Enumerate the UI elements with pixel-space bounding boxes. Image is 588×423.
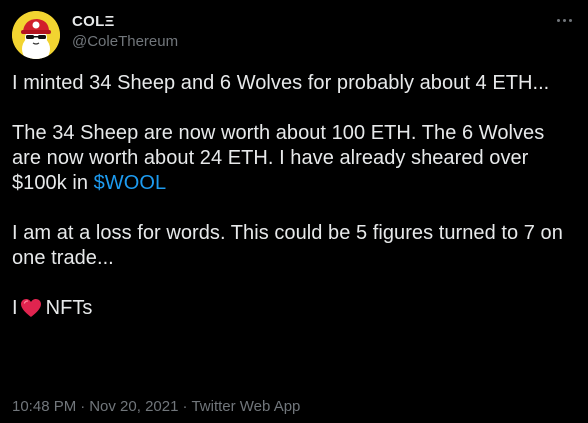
more-dots-icon xyxy=(568,18,572,22)
tweet-text-segment: I xyxy=(12,297,18,319)
meta-separator: · xyxy=(80,398,86,415)
tweet-date[interactable]: Nov 20, 2021 xyxy=(89,398,178,415)
tweet-text-segment: NFTs xyxy=(45,297,93,319)
more-options-button[interactable] xyxy=(550,8,578,32)
tweet-paragraph: I am at a loss for words. This could be … xyxy=(12,222,563,269)
tweet-paragraph: I minted 34 Sheep and 6 Wolves for proba… xyxy=(12,72,550,94)
tweet-card: COLΞ @ColeThereum I minted 34 Sheep and … xyxy=(0,0,588,423)
sheep-avatar-icon xyxy=(12,11,60,59)
tweet-source[interactable]: Twitter Web App xyxy=(191,398,300,415)
more-dots-icon xyxy=(556,18,560,22)
red-heart-emoji-icon xyxy=(20,298,42,325)
tweet-paragraph: I NFTs xyxy=(12,296,578,325)
tweet-text: I minted 34 Sheep and 6 Wolves for proba… xyxy=(12,71,578,325)
author-display-name[interactable]: COLΞ xyxy=(72,13,178,31)
more-dots-icon xyxy=(562,18,566,22)
tweet-metadata: 10:48 PM · Nov 20, 2021 · Twitter Web App xyxy=(12,397,300,417)
tweet-time[interactable]: 10:48 PM xyxy=(12,398,76,415)
author-avatar[interactable] xyxy=(12,11,60,59)
author-name-block: COLΞ @ColeThereum xyxy=(72,13,178,52)
author-handle[interactable]: @ColeThereum xyxy=(72,32,178,52)
wool-cashtag-link[interactable]: $WOOL xyxy=(94,172,167,194)
tweet-paragraph: The 34 Sheep are now worth about 100 ETH… xyxy=(12,121,578,196)
meta-separator: · xyxy=(182,398,188,415)
tweet-text-segment: The 34 Sheep are now worth about 100 ETH… xyxy=(12,122,545,194)
